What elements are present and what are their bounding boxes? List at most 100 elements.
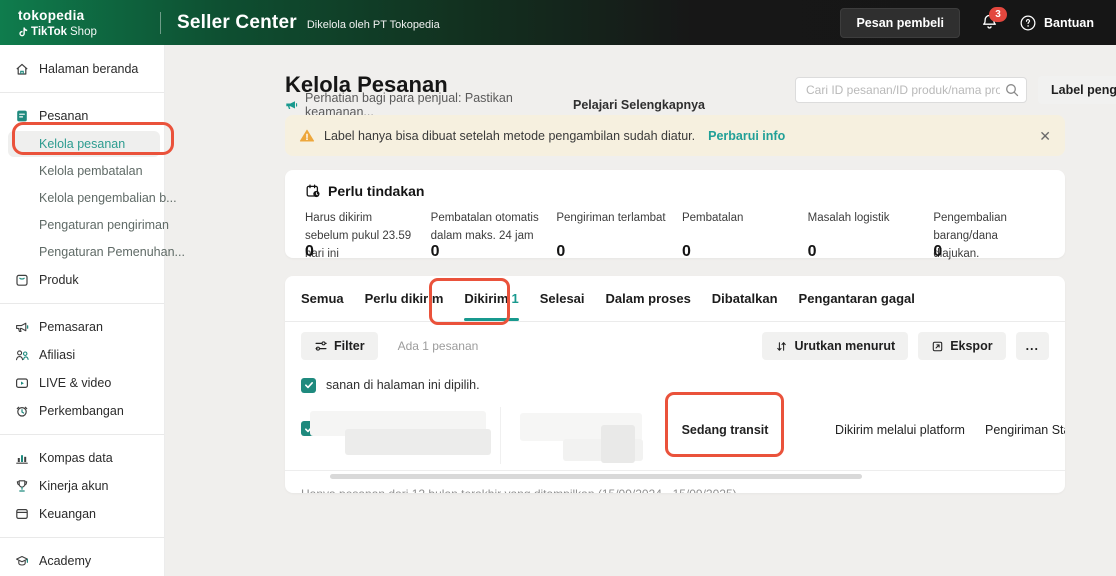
redacted-order-info: [345, 429, 491, 455]
sort-icon: [775, 340, 788, 353]
warning-banner: Label hanya bisa dibuat setelah metode p…: [285, 115, 1065, 156]
announcement-megaphone-icon: [285, 98, 298, 112]
sidebar-item-kelola-pembatalan[interactable]: Kelola pembatalan: [0, 158, 164, 184]
list-more-button[interactable]: ...: [1016, 332, 1049, 360]
sidebar-item-label: Kelola pesanan: [39, 137, 125, 151]
update-info-link[interactable]: Perbarui info: [708, 129, 785, 143]
order-tabs: Semua Perlu dikirim Dikirim 1 Selesai Da…: [285, 276, 1065, 322]
result-count: Ada 1 pesanan: [398, 339, 479, 353]
stat-pengembalian: Pengembalian barang/dana diajukan. 0: [933, 210, 1045, 261]
sidebar-item-produk[interactable]: Produk: [0, 266, 164, 294]
sidebar-item-label: Pesanan: [39, 109, 88, 123]
logo-block: tokopedia TikTok Shop: [0, 8, 156, 38]
close-icon[interactable]: ✕: [1039, 129, 1051, 143]
sidebar-item-afiliasi[interactable]: Afiliasi: [0, 341, 164, 369]
sidebar-item-pengaturan-pengiriman[interactable]: Pengaturan pengiriman: [0, 212, 164, 238]
home-icon: [14, 61, 30, 77]
sidebar-item-label: Keuangan: [39, 507, 96, 521]
tab-semua[interactable]: Semua: [301, 276, 344, 321]
tab-dalam-proses[interactable]: Dalam proses: [606, 276, 691, 321]
sidebar-item-label: LIVE & video: [39, 376, 111, 390]
export-button[interactable]: Ekspor: [918, 332, 1005, 360]
tab-dibatalkan[interactable]: Dibatalkan: [712, 276, 778, 321]
tokopedia-logo: tokopedia: [18, 8, 156, 23]
help-label: Bantuan: [1044, 16, 1094, 30]
sidebar-item-pengaturan-pemenuhan[interactable]: Pengaturan Pemenuhan...: [0, 239, 164, 265]
stat-label: Pembatalan otomatis dalam maks. 24 jam: [431, 210, 543, 243]
help-button[interactable]: Bantuan: [1019, 14, 1094, 32]
sidebar-item-kinerja-akun[interactable]: Kinerja akun: [0, 472, 164, 500]
sidebar-item-academy[interactable]: Academy: [0, 547, 164, 575]
tab-label: Semua: [301, 291, 344, 306]
sidebar-item-pemasaran[interactable]: Pemasaran: [0, 313, 164, 341]
search-input[interactable]: [795, 77, 1027, 103]
order-row[interactable]: Sedang transit Dikirim melalui platform …: [285, 403, 1065, 471]
stat-pembatalan-otomatis: Pembatalan otomatis dalam maks. 24 jam 0: [431, 210, 543, 261]
sidebar-item-kompas-data[interactable]: Kompas data: [0, 444, 164, 472]
tab-dikirim[interactable]: Dikirim 1: [464, 276, 518, 321]
tab-perlu-dikirim[interactable]: Perlu dikirim: [365, 276, 444, 321]
tiktok-shop-logo: TikTok Shop: [18, 26, 156, 38]
sidebar-item-perkembangan[interactable]: Perkembangan: [0, 397, 164, 425]
product-box-icon: [14, 272, 30, 288]
sidebar: Halaman beranda Pesanan Kelola pesanan K…: [0, 45, 165, 576]
sidebar-item-halaman-beranda[interactable]: Halaman beranda: [0, 55, 164, 83]
filter-row: Filter Ada 1 pesanan Urutkan menurut Eks…: [285, 322, 1065, 370]
notifications-button[interactable]: 3: [980, 13, 999, 32]
column-divider: [500, 407, 501, 464]
megaphone-icon: [14, 319, 30, 335]
sort-button[interactable]: Urutkan menurut: [762, 332, 908, 360]
notification-badge: 3: [989, 7, 1007, 22]
filter-icon: [314, 339, 328, 353]
sidebar-item-keuangan[interactable]: Keuangan: [0, 500, 164, 528]
buyer-messages-button[interactable]: Pesan pembeli: [840, 8, 960, 38]
graduation-cap-icon: [14, 553, 30, 569]
sidebar-item-label: Kelola pengembalian b...: [39, 191, 177, 205]
stat-label: Harus dikirim sebelum pukul 23.59 hari i…: [305, 210, 417, 243]
shipping-method: Dikirim melalui platform: [827, 423, 973, 437]
stat-masalah-logistik: Masalah logistik 0: [808, 210, 920, 261]
sidebar-item-label: Halaman beranda: [39, 62, 138, 76]
question-mark-icon: [1019, 14, 1037, 32]
top-bar: tokopedia TikTok Shop Seller Center Dike…: [0, 0, 1116, 45]
sidebar-item-label: Pengaturan Pemenuhan...: [39, 245, 185, 259]
warning-icon: [299, 128, 315, 144]
sort-label: Urutkan menurut: [794, 339, 895, 353]
sidebar-divider: [0, 434, 164, 435]
stat-label: Pembatalan: [682, 210, 794, 243]
sidebar-item-label: Kompas data: [39, 451, 113, 465]
tab-pengantaran-gagal[interactable]: Pengantaran gagal: [799, 276, 915, 321]
sidebar-item-label: Perkembangan: [39, 404, 124, 418]
tab-selesai[interactable]: Selesai: [540, 276, 585, 321]
wallet-icon: [14, 506, 30, 522]
sidebar-item-kelola-pesanan[interactable]: Kelola pesanan: [8, 131, 160, 157]
sidebar-item-live-video[interactable]: LIVE & video: [0, 369, 164, 397]
tab-label: Pengantaran gagal: [799, 291, 915, 306]
sidebar-item-pesanan[interactable]: Pesanan: [0, 102, 164, 130]
stat-value: 0: [431, 243, 543, 261]
sidebar-item-label: Kelola pembatalan: [39, 164, 143, 178]
search-icon: [1004, 82, 1020, 98]
sidebar-divider: [0, 537, 164, 538]
music-note-icon: [18, 26, 28, 37]
filter-button[interactable]: Filter: [301, 332, 378, 360]
calendar-clock-icon: [305, 183, 321, 199]
stat-harus-dikirim: Harus dikirim sebelum pukul 23.59 hari i…: [305, 210, 417, 261]
sidebar-item-label: Pemasaran: [39, 320, 103, 334]
orders-footer-note: Hanya pesanan dari 12 bulan terakhir yan…: [285, 479, 1065, 493]
select-all-checkbox[interactable]: [301, 378, 316, 393]
sidebar-item-label: Afiliasi: [39, 348, 75, 362]
sidebar-item-kelola-pengembalian[interactable]: Kelola pengembalian b...: [0, 185, 164, 211]
tiktok-label: TikTok: [31, 26, 67, 38]
banner-text: Label hanya bisa dibuat setelah metode p…: [324, 129, 695, 143]
people-icon: [14, 347, 30, 363]
order-search: [795, 77, 1027, 103]
learn-more-link[interactable]: Pelajari Selengkapnya: [573, 98, 705, 112]
alarm-clock-icon: [14, 403, 30, 419]
shop-label: Shop: [70, 26, 97, 38]
video-play-icon: [14, 375, 30, 391]
tab-label: Dalam proses: [606, 291, 691, 306]
app-title: Seller Center: [177, 12, 297, 34]
app-subtitle: Dikelola oleh PT Tokopedia: [307, 19, 440, 31]
shipping-label-button[interactable]: Label pengiriman: [1038, 76, 1116, 104]
